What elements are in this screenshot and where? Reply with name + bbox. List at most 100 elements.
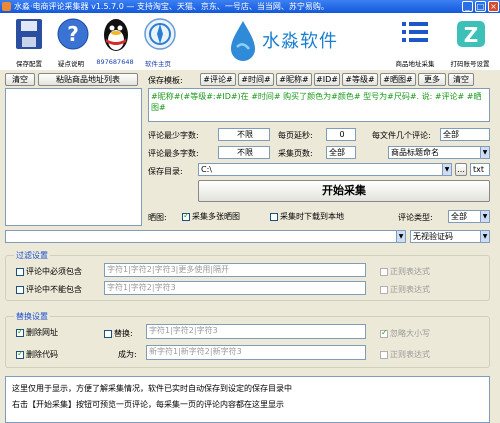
delete-code-text: 删除代码 — [26, 350, 58, 359]
image-label: 晒图: — [148, 213, 167, 222]
url-collect-button[interactable]: 商品地址采集 — [396, 17, 435, 68]
replace-input[interactable]: 字符1|字符2|字符3 — [146, 324, 366, 339]
log-line-1: 这里仅用于显示，方便了解采集情况，软件已实时自动保存到设定的保存目录中 — [12, 384, 292, 393]
help-label: 疑点说明 — [58, 60, 84, 68]
must-contain-input[interactable]: 字符1|字符2|字符3|更多使用|隔开 — [104, 263, 366, 277]
tag-time-button[interactable]: #时间# — [238, 73, 274, 86]
browse-dir-button[interactable]: … — [455, 163, 467, 176]
multi-image-checkbox[interactable]: 采集多张晒图 — [182, 211, 240, 222]
tag-level-button[interactable]: #等级# — [342, 73, 378, 86]
clear-template-button[interactable]: 清空 — [448, 73, 474, 86]
start-collect-button[interactable]: 开始采集 — [198, 180, 490, 202]
captcha-account-label: 打码账号设置 — [450, 60, 490, 68]
replace-regex-checkbox[interactable]: 正则表达式 — [380, 349, 430, 360]
ignore-case-text: 忽略大小写 — [390, 329, 430, 338]
page-delay-label: 每页延秒: — [278, 131, 313, 140]
clear-url-list-button[interactable]: 清空 — [5, 73, 35, 86]
must-regex-text: 正则表达式 — [390, 267, 430, 276]
maximize-button[interactable]: □ — [475, 1, 486, 12]
not-contain-checkbox[interactable]: 评论中不能包含 — [16, 284, 82, 295]
filter-group-title: 过滤设置 — [14, 250, 50, 261]
save-dir-value: C:\ — [201, 165, 212, 174]
captcha-icon: Z — [457, 21, 485, 47]
chevron-down-icon: ▼ — [442, 164, 451, 175]
brand-name: 水淼软件 — [262, 31, 338, 52]
not-regex-text: 正则表达式 — [390, 285, 430, 294]
close-button[interactable]: × — [488, 1, 499, 12]
replace-text: 替换: — [114, 329, 133, 338]
home-page-button[interactable]: 软件主页 — [143, 17, 177, 68]
url-collect-label: 商品地址采集 — [395, 60, 435, 68]
template-textarea[interactable]: #昵称#(#等级#:#ID#)在 #时间# 购买了颜色为#颜色# 型号为#尺码#… — [148, 88, 490, 122]
chevron-down-icon: ▼ — [480, 147, 489, 158]
log-line-2: 右击【开始采集】按钮可预览一页评论，每采集一页的评论内容都在这里显示 — [12, 400, 284, 409]
tag-id-button[interactable]: #ID# — [314, 73, 340, 86]
not-contain-input[interactable]: 字符1|字符2|字符3 — [104, 281, 366, 295]
checkbox-checked-icon — [182, 211, 190, 221]
captcha-account-button[interactable]: Z 打码账号设置 — [451, 17, 490, 68]
tag-comment-button[interactable]: #评论# — [200, 73, 236, 86]
naming-value: 商品标题命名 — [391, 148, 439, 157]
max-words-input[interactable]: 不限 — [218, 146, 270, 159]
svg-text:?: ? — [67, 22, 79, 46]
max-words-label: 评论最多字数: — [148, 149, 199, 158]
checkbox-icon — [380, 285, 388, 294]
min-words-input[interactable]: 不限 — [218, 128, 270, 141]
must-contain-text: 评论中必须包含 — [26, 267, 82, 276]
log-textarea[interactable]: 这里仅用于显示，方便了解采集情况，软件已实时自动保存到设定的保存目录中 右击【开… — [5, 376, 490, 423]
checkbox-icon — [380, 350, 388, 359]
more-tags-button[interactable]: 更多 — [418, 73, 446, 86]
qq-button[interactable]: 897687648 — [96, 17, 134, 66]
ignore-case-checkbox[interactable]: 忽略大小写 — [380, 328, 430, 339]
minimize-button[interactable]: _ — [462, 1, 473, 12]
must-contain-checkbox[interactable]: 评论中必须包含 — [16, 266, 82, 277]
checkbox-icon — [380, 267, 388, 276]
file-ext-input[interactable]: txt — [470, 163, 490, 176]
captcha-select[interactable]: 无视验证码 ▼ — [410, 230, 490, 243]
pages-input[interactable]: 全部 — [326, 146, 356, 159]
checkbox-checked-icon — [16, 327, 24, 337]
replace-to-input[interactable]: 新字符1|新字符2|新字符3 — [146, 345, 366, 360]
page-delay-input[interactable]: 0 — [326, 128, 356, 141]
template-content: #昵称#(#等级#:#ID#)在 #时间# 购买了颜色为#颜色# 型号为#尺码#… — [151, 92, 482, 112]
svg-text:Z: Z — [464, 23, 479, 47]
multi-image-text: 采集多张晒图 — [192, 212, 240, 221]
per-file-input[interactable]: 全部 — [440, 128, 490, 141]
tag-image-button[interactable]: #晒图# — [380, 73, 416, 86]
checkbox-icon — [104, 329, 112, 338]
toolbar: 保存配置 ? 疑点说明 897687648 软件主页 水淼软件 商品地址采集 Z… — [0, 13, 500, 70]
comment-type-select[interactable]: 全部 ▼ — [448, 210, 490, 223]
save-dir-select[interactable]: C:\ ▼ — [198, 163, 452, 176]
checkbox-checked-icon — [16, 349, 24, 359]
replace-checkbox[interactable]: 替换: — [104, 328, 133, 339]
pages-label: 采集页数: — [278, 149, 313, 158]
replace-regex-text: 正则表达式 — [390, 350, 430, 359]
checkbox-icon — [270, 212, 278, 221]
list-icon — [402, 22, 428, 42]
download-local-checkbox[interactable]: 采集时下载到本地 — [270, 211, 344, 222]
delete-url-text: 删除网址 — [26, 328, 58, 337]
qq-penguin-icon — [104, 19, 128, 51]
captcha-value: 无视验证码 — [413, 232, 453, 241]
save-config-button[interactable]: 保存配置 — [14, 17, 44, 68]
must-regex-checkbox[interactable]: 正则表达式 — [380, 266, 430, 277]
url-list-textarea[interactable] — [5, 88, 142, 226]
chevron-down-icon: ▼ — [396, 231, 405, 242]
delete-code-checkbox[interactable]: 删除代码 — [16, 349, 58, 360]
delete-url-checkbox[interactable]: 删除网址 — [16, 327, 58, 338]
naming-select[interactable]: 商品标题命名 ▼ — [388, 146, 490, 159]
water-drop-icon — [231, 21, 255, 61]
help-button[interactable]: ? 疑点说明 — [56, 17, 90, 68]
proxy-select[interactable]: ▼ — [5, 230, 406, 243]
replace-group-title: 替换设置 — [14, 311, 50, 322]
title-bar: 水淼·电商评论采集器 v1.5.7.0 — 支持淘宝、天猫、京东、一号店、当当网… — [0, 0, 500, 13]
checkbox-checked-icon — [380, 328, 388, 338]
tag-nickname-button[interactable]: #昵称# — [276, 73, 312, 86]
app-icon — [2, 2, 11, 11]
min-words-label: 评论最少字数: — [148, 131, 199, 140]
save-dir-label: 保存目录: — [148, 167, 183, 176]
download-local-text: 采集时下载到本地 — [280, 212, 344, 221]
not-regex-checkbox[interactable]: 正则表达式 — [380, 284, 430, 295]
floppy-disk-icon — [16, 19, 42, 49]
paste-url-list-button[interactable]: 粘贴商品地址列表 — [38, 73, 138, 86]
